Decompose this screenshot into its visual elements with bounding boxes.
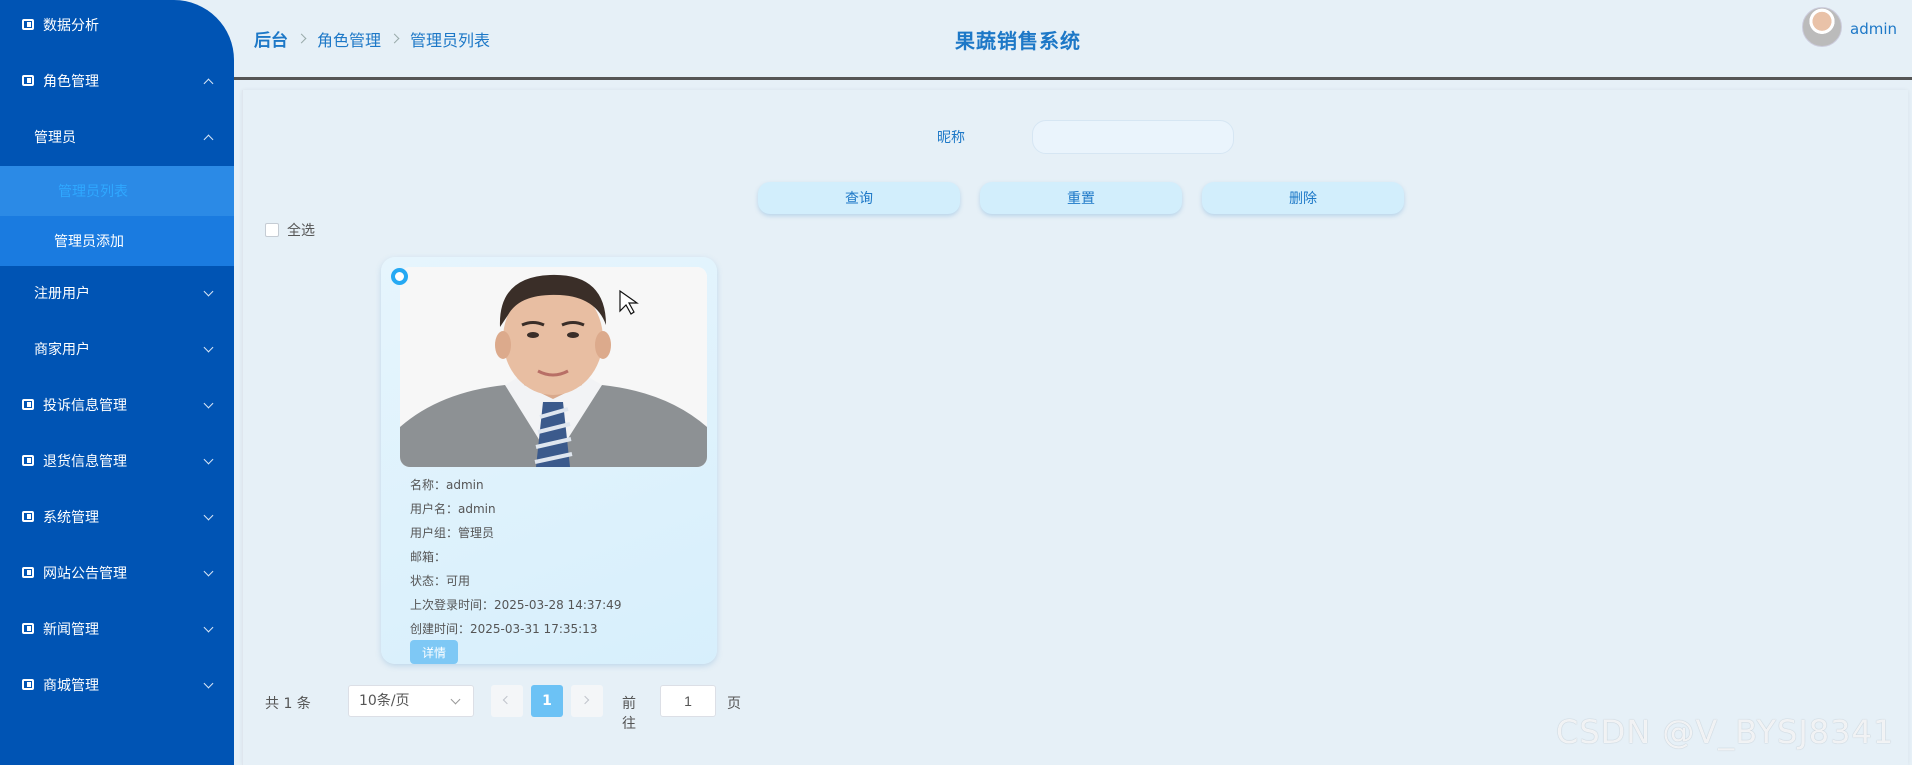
menu-icon	[22, 567, 34, 578]
breadcrumb: 后台 角色管理 管理员列表	[254, 26, 491, 52]
sidebar: 数据分析 角色管理 管理员 管理员列表 管理员添加 注册用户 商家用户 投诉信息…	[0, 0, 234, 765]
sidebar-item-merchant-users[interactable]: 商家用户	[0, 324, 234, 374]
chevron-right-icon	[580, 695, 590, 705]
sidebar-item-returns[interactable]: 退货信息管理	[0, 436, 234, 486]
card-last-login: 上次登录时间：2025-03-28 14:37:49	[410, 598, 622, 612]
card-status: 状态：可用	[410, 574, 471, 588]
sidebar-item-label: 商家用户	[34, 342, 90, 358]
goto-page-input[interactable]	[660, 685, 716, 717]
chevron-left-icon	[502, 695, 512, 705]
sidebar-item-admin-list[interactable]: 管理员列表	[0, 166, 234, 216]
menu-icon	[22, 399, 34, 410]
admin-photo	[400, 267, 707, 467]
sidebar-item-label: 注册用户	[34, 286, 90, 302]
pagination-total: 共 1 条	[265, 696, 311, 712]
select-all-label: 全选	[287, 223, 315, 239]
sidebar-item-announcements[interactable]: 网站公告管理	[0, 548, 234, 598]
detail-button[interactable]: 详情	[410, 640, 458, 664]
prev-page-button[interactable]	[491, 685, 523, 717]
menu-icon	[22, 75, 34, 86]
chevron-down-icon	[203, 286, 214, 297]
page-number-current[interactable]: 1	[531, 685, 563, 717]
sidebar-item-label: 网站公告管理	[43, 566, 127, 582]
next-page-button[interactable]	[571, 685, 603, 717]
sidebar-item-mall[interactable]: 商城管理	[0, 660, 234, 710]
chevron-down-icon	[203, 342, 214, 353]
sidebar-item-label: 管理员	[34, 130, 76, 146]
sidebar-item-label: 商城管理	[43, 678, 99, 694]
sidebar-item-role-management[interactable]: 角色管理	[0, 56, 234, 106]
avatar[interactable]	[1802, 7, 1842, 47]
chevron-up-icon	[203, 134, 214, 145]
sidebar-item-label: 系统管理	[43, 510, 99, 526]
query-button[interactable]: 查询	[758, 182, 960, 214]
card-email: 邮箱：	[410, 550, 447, 564]
page-suffix: 页	[727, 696, 741, 712]
menu-icon	[22, 19, 34, 30]
page-size-select[interactable]: 10条/页	[348, 685, 474, 717]
sidebar-item-complaint[interactable]: 投诉信息管理	[0, 380, 234, 430]
sidebar-item-label: 角色管理	[43, 74, 99, 90]
reset-button[interactable]: 重置	[980, 182, 1182, 214]
card-created: 创建时间：2025-03-31 17:35:13	[410, 622, 598, 636]
app-title: 果蔬销售系统	[955, 29, 1081, 53]
chevron-down-icon	[203, 566, 214, 577]
portrait-image	[400, 267, 707, 467]
sidebar-item-label: 新闻管理	[43, 622, 99, 638]
chevron-right-icon	[389, 33, 400, 44]
chevron-up-icon	[203, 78, 214, 89]
delete-button[interactable]: 删除	[1202, 182, 1404, 214]
top-header: 后台 角色管理 管理员列表 果蔬销售系统 admin	[234, 0, 1912, 80]
watermark: CSDN @V_BYSJ8341	[1556, 713, 1895, 751]
chevron-down-icon	[203, 398, 214, 409]
chevron-down-icon	[203, 454, 214, 465]
sidebar-item-data-analysis[interactable]: 数据分析	[0, 0, 234, 50]
select-all[interactable]: 全选	[265, 220, 315, 240]
breadcrumb-role-management[interactable]: 角色管理	[317, 27, 381, 51]
card-select-radio[interactable]	[391, 268, 408, 285]
sidebar-item-label: 退货信息管理	[43, 454, 127, 470]
chevron-down-icon	[450, 694, 461, 705]
breadcrumb-admin-list: 管理员列表	[410, 30, 491, 50]
card-group: 用户组：管理员	[410, 526, 495, 540]
breadcrumb-home[interactable]: 后台	[254, 26, 288, 51]
card-username: 用户名：admin	[410, 502, 496, 516]
sidebar-item-system[interactable]: 系统管理	[0, 492, 234, 542]
user-name[interactable]: admin	[1850, 20, 1897, 38]
card-name: 名称：admin	[410, 478, 484, 492]
sidebar-item-label: 投诉信息管理	[43, 398, 127, 414]
sidebar-item-label: 管理员列表	[58, 184, 128, 200]
menu-icon	[22, 679, 34, 690]
nickname-label: 昵称	[937, 130, 965, 146]
nickname-input[interactable]	[1032, 120, 1234, 154]
page-size-value: 10条/页	[359, 693, 410, 709]
admin-card: 名称：admin 用户名：admin 用户组：管理员 邮箱： 状态：可用 上次登…	[381, 257, 717, 664]
chevron-down-icon	[203, 622, 214, 633]
menu-icon	[22, 511, 34, 522]
goto-label: 前往	[622, 696, 636, 732]
chevron-right-icon	[296, 33, 307, 44]
chevron-down-icon	[203, 510, 214, 521]
menu-icon	[22, 455, 34, 466]
sidebar-item-label: 管理员添加	[54, 234, 124, 250]
chevron-down-icon	[203, 678, 214, 689]
main-content: 昵称 查询 重置 删除 全选 名称：admin 用户名：admin 用户组：管理…	[242, 90, 1908, 765]
sidebar-item-label: 数据分析	[43, 18, 99, 34]
sidebar-item-admin-add[interactable]: 管理员添加	[0, 216, 234, 266]
menu-icon	[22, 623, 34, 634]
select-all-checkbox[interactable]	[265, 223, 279, 237]
sidebar-item-news[interactable]: 新闻管理	[0, 604, 234, 654]
sidebar-item-admin[interactable]: 管理员	[0, 112, 234, 162]
sidebar-item-registered-users[interactable]: 注册用户	[0, 268, 234, 318]
